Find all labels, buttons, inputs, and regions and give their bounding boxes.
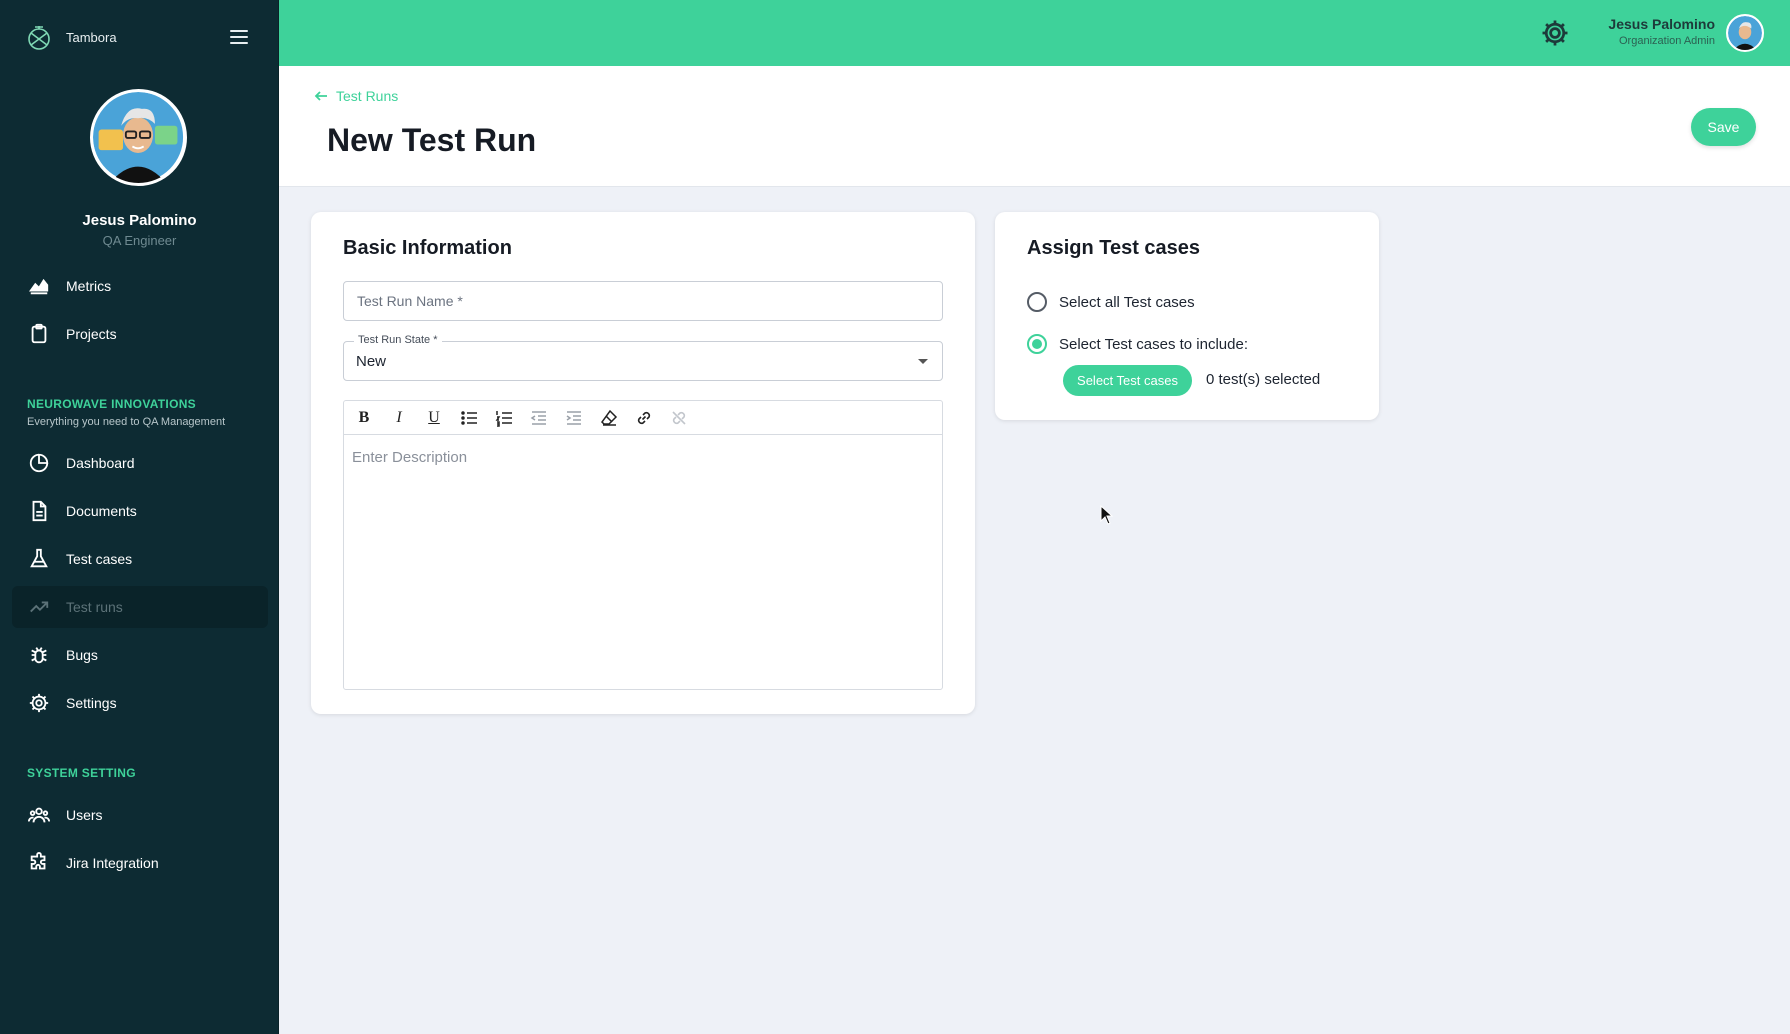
sidebar-item-dashboard[interactable]: Dashboard xyxy=(12,442,268,484)
avatar[interactable] xyxy=(1726,14,1764,52)
sidebar-item-label: Jira Integration xyxy=(66,855,159,871)
system-section-title: SYSTEM SETTING xyxy=(27,766,136,780)
page-header: Test Runs New Test Run Save xyxy=(279,66,1790,187)
sidebar-item-projects[interactable]: Projects xyxy=(12,313,268,355)
sidebar-item-bugs[interactable]: Bugs xyxy=(12,634,268,676)
top-bar: Jesus Palomino Organization Admin xyxy=(279,0,1790,66)
sidebar-item-users[interactable]: Users xyxy=(12,794,268,836)
sidebar-item-label: Test cases xyxy=(66,551,133,567)
underline-icon[interactable]: U xyxy=(422,406,446,430)
avatar-image xyxy=(93,92,184,183)
test-run-name-input[interactable] xyxy=(344,282,942,320)
brand-name: Tambora xyxy=(66,29,117,45)
tambora-logo-icon xyxy=(28,26,50,50)
bug-icon xyxy=(31,647,47,664)
assign-test-cases-card: Assign Test cases Select all Test cases … xyxy=(995,212,1379,420)
puzzle-icon xyxy=(30,852,46,870)
sidebar-item-label: Metrics xyxy=(66,278,112,294)
document-icon xyxy=(32,500,47,522)
gear-icon[interactable] xyxy=(1540,18,1570,48)
chart-area-icon xyxy=(28,278,49,295)
sidebar-item-label: Dashboard xyxy=(66,455,135,471)
clear-format-icon[interactable] xyxy=(597,406,621,430)
radio-checked-icon[interactable] xyxy=(1027,334,1047,354)
back-link[interactable]: Test Runs xyxy=(314,88,398,104)
radio-unchecked-icon[interactable] xyxy=(1027,292,1047,312)
test-run-name-field[interactable] xyxy=(343,281,943,321)
profile-role: QA Engineer xyxy=(102,233,177,248)
sidebar-item-documents[interactable]: Documents xyxy=(12,490,268,532)
bold-icon[interactable]: B xyxy=(352,406,376,430)
description-input[interactable]: Enter Description xyxy=(344,435,942,690)
sidebar-item-label: Users xyxy=(66,807,103,823)
sidebar-item-label: Test runs xyxy=(66,599,123,615)
menu-toggle-icon[interactable] xyxy=(230,30,248,44)
sidebar-item-label: Documents xyxy=(66,503,137,519)
org-section-subtitle: Everything you need to QA Management xyxy=(27,416,226,428)
outdent-icon[interactable] xyxy=(527,406,551,430)
gear-icon xyxy=(29,693,49,713)
test-run-state-label: Test Run State * xyxy=(354,334,442,346)
editor-toolbar: B I U xyxy=(344,401,942,435)
sidebar: Tambora Jesus Palomino QA Engineer Metri… xyxy=(0,0,279,1034)
profile-name: Jesus Palomino xyxy=(82,212,197,229)
arrow-left-icon xyxy=(314,91,327,101)
org-section-title: NEUROWAVE INNOVATIONS xyxy=(27,397,196,411)
sidebar-item-label: Settings xyxy=(66,695,117,711)
sidebar-item-label: Bugs xyxy=(66,647,98,663)
bullet-list-icon[interactable] xyxy=(457,406,481,430)
avatar-image xyxy=(1728,16,1762,50)
users-icon xyxy=(28,807,50,823)
brand[interactable]: Tambora xyxy=(24,22,117,52)
select-test-cases-button[interactable]: Select Test cases xyxy=(1063,365,1192,396)
radio-label: Select Test cases to include: xyxy=(1059,335,1248,353)
test-run-state-select[interactable]: Test Run State * New xyxy=(343,334,943,381)
test-run-state-value: New xyxy=(356,353,387,370)
sidebar-item-test-cases[interactable]: Test cases xyxy=(12,538,268,580)
radio-select-include[interactable]: Select Test cases to include: xyxy=(1027,334,1248,354)
save-button[interactable]: Save xyxy=(1691,108,1756,146)
sidebar-item-test-runs[interactable]: Test runs xyxy=(12,586,268,628)
card-title: Basic Information xyxy=(343,237,512,259)
radio-label: Select all Test cases xyxy=(1059,293,1195,311)
numbered-list-icon[interactable] xyxy=(492,406,516,430)
trend-up-icon xyxy=(30,601,49,613)
sidebar-item-settings[interactable]: Settings xyxy=(12,682,268,724)
unlink-icon[interactable] xyxy=(667,406,691,430)
avatar[interactable] xyxy=(90,89,187,186)
mouse-cursor-icon xyxy=(1100,505,1114,525)
basic-information-card: Basic Information Test Run State * New B… xyxy=(311,212,975,714)
page-title: New Test Run xyxy=(327,122,537,158)
indent-icon[interactable] xyxy=(562,406,586,430)
sidebar-item-jira-integration[interactable]: Jira Integration xyxy=(12,842,268,884)
top-user-role: Organization Admin xyxy=(1619,35,1715,47)
selected-count: 0 test(s) selected xyxy=(1206,371,1321,388)
description-editor: B I U Enter Description xyxy=(343,400,943,690)
back-link-label: Test Runs xyxy=(336,88,399,104)
clipboard-icon xyxy=(31,323,47,344)
top-user-name: Jesus Palomino xyxy=(1608,16,1715,32)
radio-select-all[interactable]: Select all Test cases xyxy=(1027,292,1195,312)
caret-down-icon xyxy=(918,359,928,364)
sidebar-item-label: Projects xyxy=(66,326,117,342)
flask-icon xyxy=(30,548,48,568)
italic-icon[interactable]: I xyxy=(387,406,411,430)
top-user-info[interactable]: Jesus Palomino Organization Admin xyxy=(1608,16,1715,47)
sidebar-item-metrics[interactable]: Metrics xyxy=(12,265,268,307)
card-title: Assign Test cases xyxy=(1027,237,1201,259)
pie-chart-icon xyxy=(29,453,49,473)
link-icon[interactable] xyxy=(632,406,656,430)
